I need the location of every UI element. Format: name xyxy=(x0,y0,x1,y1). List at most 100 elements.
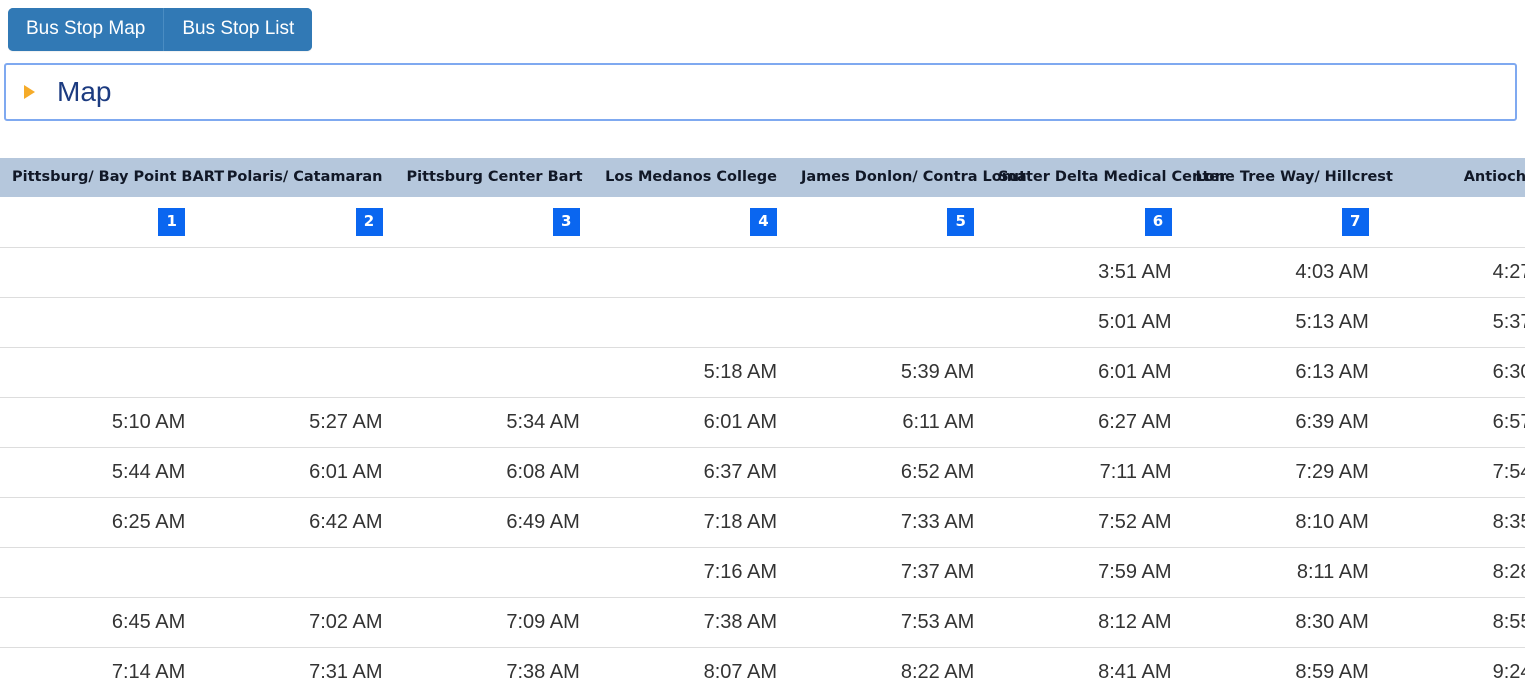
departure-time-cell: 8:22 AM xyxy=(789,647,987,688)
departure-time-cell: 7:02 AM xyxy=(197,597,395,648)
departure-time-cell: 8:59 AM xyxy=(1183,647,1381,688)
stop-number-badge[interactable]: 5 xyxy=(947,207,975,236)
departure-time-cell: 8:11 AM xyxy=(1183,547,1381,598)
departure-time-cell: 8:12 AM xyxy=(986,597,1184,648)
map-panel-title: Map xyxy=(57,76,112,107)
departure-time-cell: 5:01 AM xyxy=(986,297,1184,348)
departure-time-cell: 8:10 AM xyxy=(1183,497,1381,548)
departure-time-cell: 4:03 AM xyxy=(1183,247,1381,298)
departure-time-cell: 6:57 AM xyxy=(1380,397,1525,448)
departure-time-cell xyxy=(591,247,789,298)
table-row: 7:14 AM 7:31 AM 7:38 AM 8:07 AM 8:22 AM 8:41 … xyxy=(0,647,1525,688)
departure-time-cell: 5:34 AM xyxy=(394,397,592,448)
departure-time-cell: 6:27 AM xyxy=(986,397,1184,448)
departure-time-cell: 7:52 AM xyxy=(986,497,1184,548)
departure-time-cell: 7:29 AM xyxy=(1183,447,1381,498)
departure-time-cell: 6:25 AM xyxy=(0,497,198,548)
map-panel[interactable]: Map xyxy=(4,63,1517,121)
departure-time-cell: 6:45 AM xyxy=(0,597,198,648)
departure-time-cell: 8:35 AM xyxy=(1380,497,1525,548)
departure-time-cell: 8:55 AM xyxy=(1380,597,1525,648)
table-row: 3:51 AM4:03 AM4:27 AM xyxy=(0,247,1525,298)
departure-time-cell: 8:30 AM xyxy=(1183,597,1381,648)
table-row: 6:45 AM 7:02 AM 7:09 AM 7:38 AM 7:53 AM 8:12 … xyxy=(0,597,1525,648)
column-header: Pittsburg/ Bay Point BART xyxy=(0,158,224,197)
departure-time-cell xyxy=(394,297,592,348)
departure-time-cell: 5:13 AM xyxy=(1183,297,1381,348)
stop-number-badge[interactable]: 3 xyxy=(552,207,580,236)
departure-time-cell: 7:31 AM xyxy=(197,647,395,688)
stop-number-badge[interactable]: 4 xyxy=(750,207,777,236)
stop-number-cell: 5 xyxy=(789,197,987,248)
table-row: 6:25 AM 6:42 AM 6:49 AM 7:18 AM 7:33 AM 7:52 … xyxy=(0,497,1525,548)
tab-bus-stop-list[interactable]: Bus Stop List xyxy=(163,8,313,51)
departure-time-cell xyxy=(394,547,592,598)
departure-time-cell: 7:18 AM xyxy=(591,497,789,548)
stop-number-badge[interactable]: 7 xyxy=(1341,207,1369,236)
departure-time-cell xyxy=(591,297,789,348)
stop-number-cell: 4 xyxy=(591,197,789,248)
departure-time-cell: 7:14 AM xyxy=(0,647,198,688)
triangle-right-icon xyxy=(24,85,35,99)
departure-time-cell: 6:30 AM xyxy=(1380,347,1525,398)
schedule-table-scroll[interactable]: Pittsburg/ Bay Point BART Polaris/ Catama… xyxy=(0,158,1525,688)
departure-time-cell xyxy=(789,247,987,298)
departure-time-cell: 8:28 AM xyxy=(1380,547,1525,598)
tab-bus-stop-map[interactable]: Bus Stop Map xyxy=(8,8,164,51)
departure-time-cell: 5:37 AM xyxy=(1380,297,1525,348)
departure-time-cell: 6:13 AM xyxy=(1183,347,1381,398)
departure-time-cell xyxy=(197,247,395,298)
departure-time-cell: 5:27 AM xyxy=(197,397,395,448)
stop-number-cell: 7 xyxy=(1183,197,1381,248)
departure-time-cell: 5:10 AM xyxy=(0,397,198,448)
departure-time-cell: 7:11 AM xyxy=(986,447,1184,498)
departure-time-cell: 7:38 AM xyxy=(394,647,592,688)
departure-time-cell: 6:08 AM xyxy=(394,447,592,498)
departure-time-cell: 5:18 AM xyxy=(591,347,789,398)
departure-time-cell xyxy=(394,347,592,398)
stop-number-cell: 1 xyxy=(0,197,198,248)
column-header: Sutter Delta Medical Center xyxy=(986,158,1226,197)
departure-time-cell: 6:42 AM xyxy=(197,497,395,548)
stop-number-cell: 6 xyxy=(986,197,1184,248)
departure-time-cell: 6:52 AM xyxy=(789,447,987,498)
departure-time-cell xyxy=(0,297,198,348)
departure-time-cell: 4:27 AM xyxy=(1380,247,1525,298)
column-header: Polaris/ Catamaran xyxy=(197,158,395,197)
departure-time-cell xyxy=(394,247,592,298)
table-header: Pittsburg/ Bay Point BART Polaris/ Catama… xyxy=(0,158,1525,197)
stop-number-cell: 2 xyxy=(197,197,395,248)
departure-time-cell xyxy=(197,547,395,598)
departure-time-cell: 7:33 AM xyxy=(789,497,987,548)
table-row: 7:16 AM7:37 AM7:59 AM8:11 AM8:28 AM xyxy=(0,547,1525,598)
table-header-row: Pittsburg/ Bay Point BART Polaris/ Catama… xyxy=(0,158,1525,197)
departure-time-cell: 7:09 AM xyxy=(394,597,592,648)
column-header: James Donlon/ Contra Loma xyxy=(789,158,1027,197)
departure-time-cell: 6:01 AM xyxy=(591,397,789,448)
departure-time-cell: 7:37 AM xyxy=(789,547,987,598)
departure-time-cell xyxy=(0,547,198,598)
column-header: Antioch Bart xyxy=(1380,158,1525,197)
stop-number-cell: 3 xyxy=(394,197,592,248)
stop-number-row: 1 2 3 4 5 6 78 xyxy=(0,197,1525,248)
bus-schedule-table: Pittsburg/ Bay Point BART Polaris/ Catama… xyxy=(0,158,1525,688)
departure-time-cell: 6:49 AM xyxy=(394,497,592,548)
departure-time-cell xyxy=(0,347,198,398)
table-body: 123456783:51 AM4:03 AM4:27 AM5:01 AM5:13… xyxy=(0,197,1525,688)
departure-time-cell: 6:39 AM xyxy=(1183,397,1381,448)
departure-time-cell xyxy=(0,247,198,298)
departure-time-cell: 7:53 AM xyxy=(789,597,987,648)
departure-time-cell xyxy=(197,347,395,398)
stop-number-badge[interactable]: 1 xyxy=(158,207,186,236)
stop-number-badge[interactable]: 2 xyxy=(355,207,383,236)
departure-time-cell xyxy=(789,297,987,348)
column-header: Pittsburg Center Bart xyxy=(394,158,592,197)
departure-time-cell: 7:38 AM xyxy=(591,597,789,648)
departure-time-cell: 6:01 AM xyxy=(197,447,395,498)
departure-time-cell: 7:16 AM xyxy=(591,547,789,598)
departure-time-cell: 8:41 AM xyxy=(986,647,1184,688)
stop-number-badge[interactable]: 6 xyxy=(1144,207,1172,236)
table-row: 5:10 AM 5:27 AM 5:34 AM 6:01 AM 6:11 AM 6:27 … xyxy=(0,397,1525,448)
table-row: 5:44 AM 6:01 AM 6:08 AM 6:37 AM 6:52 AM 7:11 … xyxy=(0,447,1525,498)
departure-time-cell: 6:01 AM xyxy=(986,347,1184,398)
